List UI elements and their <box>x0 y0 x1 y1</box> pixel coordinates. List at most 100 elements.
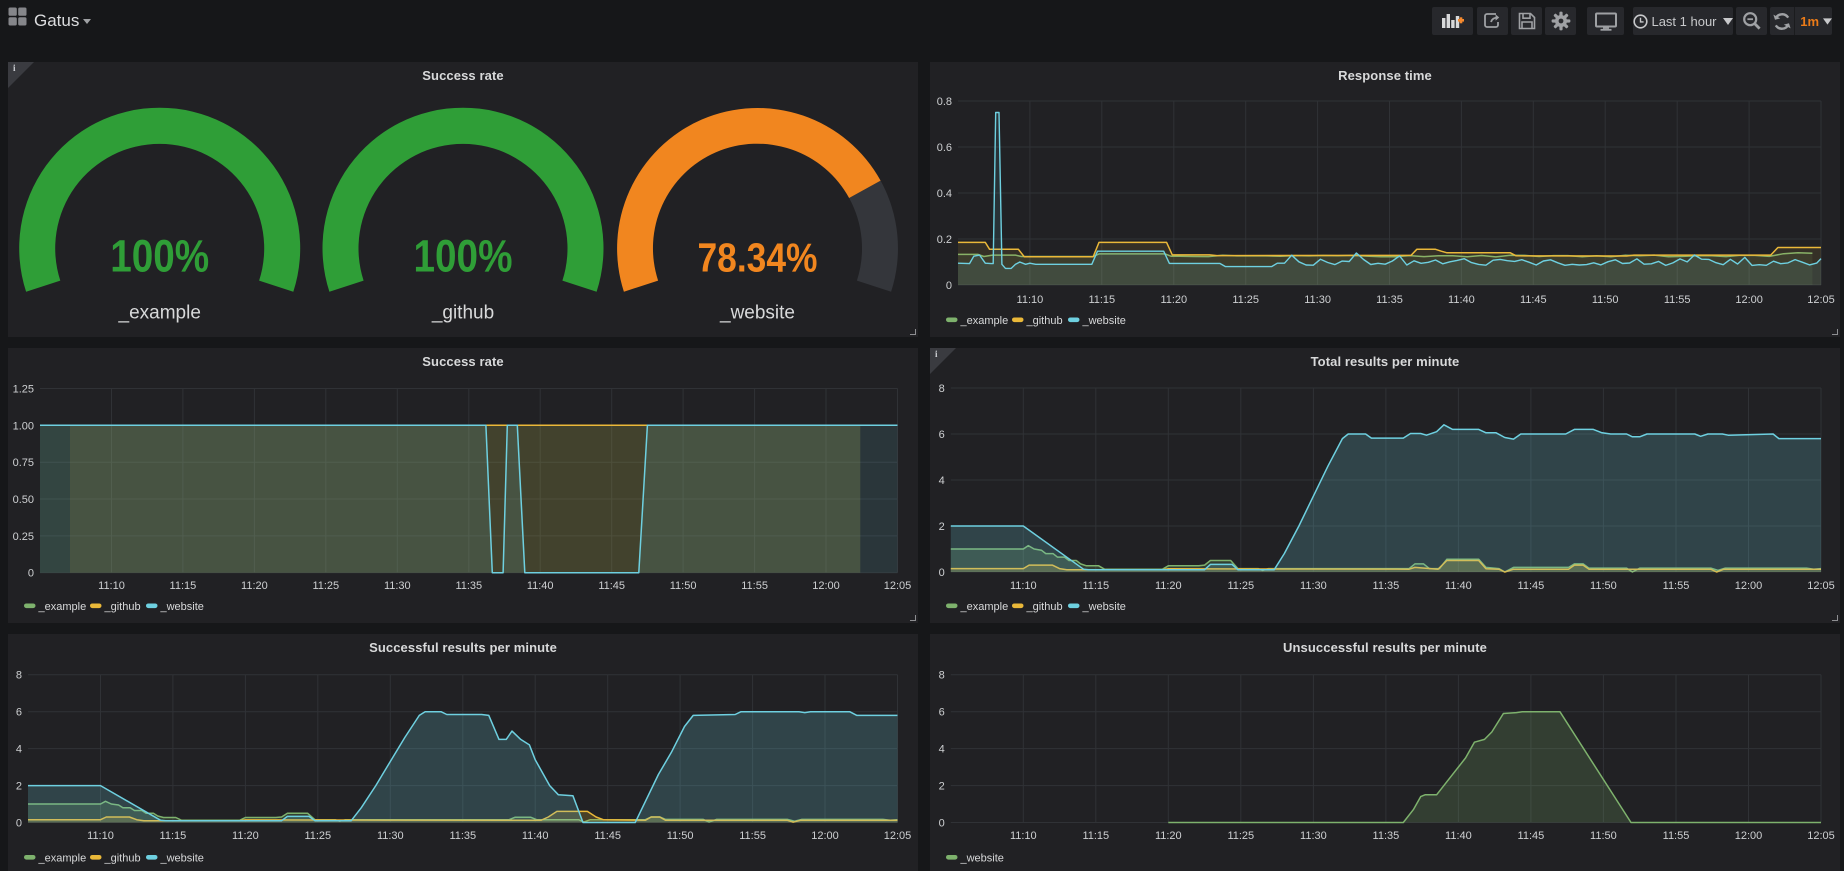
svg-text:2: 2 <box>939 521 945 533</box>
svg-text:11:50: 11:50 <box>1592 294 1619 306</box>
svg-text:100%: 100% <box>414 230 513 281</box>
svg-text:11:10: 11:10 <box>1010 580 1037 592</box>
svg-text:0.75: 0.75 <box>13 457 34 469</box>
svg-text:11:15: 11:15 <box>170 580 197 592</box>
svg-text:0: 0 <box>946 280 952 292</box>
svg-text:11:30: 11:30 <box>1304 294 1331 306</box>
svg-text:11:25: 11:25 <box>1227 830 1254 842</box>
svg-text:0.50: 0.50 <box>13 494 34 506</box>
svg-text:8: 8 <box>939 670 945 682</box>
svg-text:11:10: 11:10 <box>1017 294 1044 306</box>
svg-text:11:15: 11:15 <box>1088 294 1115 306</box>
svg-text:1.00: 1.00 <box>13 420 34 432</box>
svg-text:11:45: 11:45 <box>598 580 625 592</box>
svg-text:_website: _website <box>719 302 795 323</box>
svg-text:_website: _website <box>160 601 204 613</box>
svg-text:11:15: 11:15 <box>160 830 187 842</box>
svg-text:11:20: 11:20 <box>1155 580 1182 592</box>
svg-text:11:40: 11:40 <box>1448 294 1475 306</box>
svg-text:11:35: 11:35 <box>1373 580 1400 592</box>
svg-text:1.25: 1.25 <box>13 384 34 396</box>
svg-text:6: 6 <box>939 429 945 441</box>
svg-text:_github: _github <box>431 302 494 323</box>
svg-text:11:35: 11:35 <box>1373 830 1400 842</box>
svg-text:11:40: 11:40 <box>522 830 549 842</box>
svg-text:0.4: 0.4 <box>937 188 952 200</box>
svg-text:11:25: 11:25 <box>312 580 339 592</box>
svg-text:11:40: 11:40 <box>527 580 554 592</box>
svg-text:11:15: 11:15 <box>1082 580 1109 592</box>
svg-text:8: 8 <box>16 670 22 682</box>
svg-text:11:30: 11:30 <box>1300 830 1327 842</box>
svg-text:0.8: 0.8 <box>937 96 952 108</box>
svg-text:4: 4 <box>16 744 22 756</box>
svg-text:11:25: 11:25 <box>1227 580 1254 592</box>
svg-text:_website: _website <box>1082 601 1126 613</box>
svg-text:12:05: 12:05 <box>1807 580 1835 592</box>
svg-text:_github: _github <box>1026 601 1063 613</box>
svg-text:11:50: 11:50 <box>1590 830 1617 842</box>
svg-text:_example: _example <box>38 601 87 613</box>
svg-text:_example: _example <box>118 302 201 323</box>
svg-text:12:05: 12:05 <box>1807 830 1835 842</box>
svg-text:11:50: 11:50 <box>670 580 697 592</box>
svg-text:0.2: 0.2 <box>937 234 952 246</box>
svg-text:_github: _github <box>104 853 141 865</box>
svg-text:_website: _website <box>960 853 1004 865</box>
svg-text:4: 4 <box>939 475 945 487</box>
svg-text:11:35: 11:35 <box>1376 294 1403 306</box>
svg-text:78.34%: 78.34% <box>698 234 818 280</box>
svg-text:11:25: 11:25 <box>304 830 331 842</box>
svg-text:11:30: 11:30 <box>377 830 404 842</box>
svg-text:_github: _github <box>104 601 141 613</box>
svg-text:_github: _github <box>1026 315 1063 327</box>
svg-text:4: 4 <box>939 744 945 756</box>
svg-text:11:45: 11:45 <box>1518 830 1545 842</box>
svg-text:11:20: 11:20 <box>1155 830 1182 842</box>
svg-text:0.25: 0.25 <box>13 531 34 543</box>
svg-text:0: 0 <box>939 818 945 830</box>
svg-text:11:35: 11:35 <box>449 830 476 842</box>
svg-text:11:15: 11:15 <box>1082 830 1109 842</box>
svg-text:_website: _website <box>1082 315 1126 327</box>
svg-text:0.6: 0.6 <box>937 142 952 154</box>
svg-text:11:10: 11:10 <box>98 580 125 592</box>
svg-text:6: 6 <box>16 707 22 719</box>
svg-text:2: 2 <box>16 781 22 793</box>
svg-text:12:00: 12:00 <box>1735 580 1763 592</box>
svg-text:11:20: 11:20 <box>1160 294 1187 306</box>
svg-text:12:00: 12:00 <box>812 580 840 592</box>
svg-text:11:25: 11:25 <box>1232 294 1259 306</box>
svg-text:12:00: 12:00 <box>811 830 839 842</box>
svg-text:11:20: 11:20 <box>241 580 268 592</box>
svg-text:11:30: 11:30 <box>384 580 411 592</box>
svg-text:11:55: 11:55 <box>1663 580 1690 592</box>
svg-text:11:45: 11:45 <box>1520 294 1547 306</box>
svg-text:11:55: 11:55 <box>739 830 766 842</box>
svg-text:11:55: 11:55 <box>1664 294 1691 306</box>
svg-text:12:05: 12:05 <box>1807 294 1835 306</box>
svg-text:_website: _website <box>160 853 204 865</box>
svg-text:6: 6 <box>939 707 945 719</box>
svg-text:11:40: 11:40 <box>1445 580 1472 592</box>
svg-text:11:50: 11:50 <box>667 830 694 842</box>
svg-text:0: 0 <box>16 818 22 830</box>
svg-text:100%: 100% <box>110 230 209 281</box>
svg-text:11:35: 11:35 <box>455 580 482 592</box>
svg-text:0: 0 <box>939 567 945 579</box>
svg-text:11:20: 11:20 <box>232 830 259 842</box>
svg-text:_example: _example <box>960 601 1009 613</box>
svg-text:11:10: 11:10 <box>1010 830 1037 842</box>
svg-text:2: 2 <box>939 781 945 793</box>
svg-text:_example: _example <box>960 315 1009 327</box>
svg-text:12:00: 12:00 <box>1735 294 1763 306</box>
svg-text:11:40: 11:40 <box>1445 830 1472 842</box>
svg-text:11:30: 11:30 <box>1300 580 1327 592</box>
svg-text:0: 0 <box>28 568 34 580</box>
svg-text:11:55: 11:55 <box>741 580 768 592</box>
svg-text:12:05: 12:05 <box>884 830 912 842</box>
svg-text:8: 8 <box>939 383 945 395</box>
svg-text:11:50: 11:50 <box>1590 580 1617 592</box>
svg-text:12:00: 12:00 <box>1735 830 1763 842</box>
svg-text:11:55: 11:55 <box>1663 830 1690 842</box>
